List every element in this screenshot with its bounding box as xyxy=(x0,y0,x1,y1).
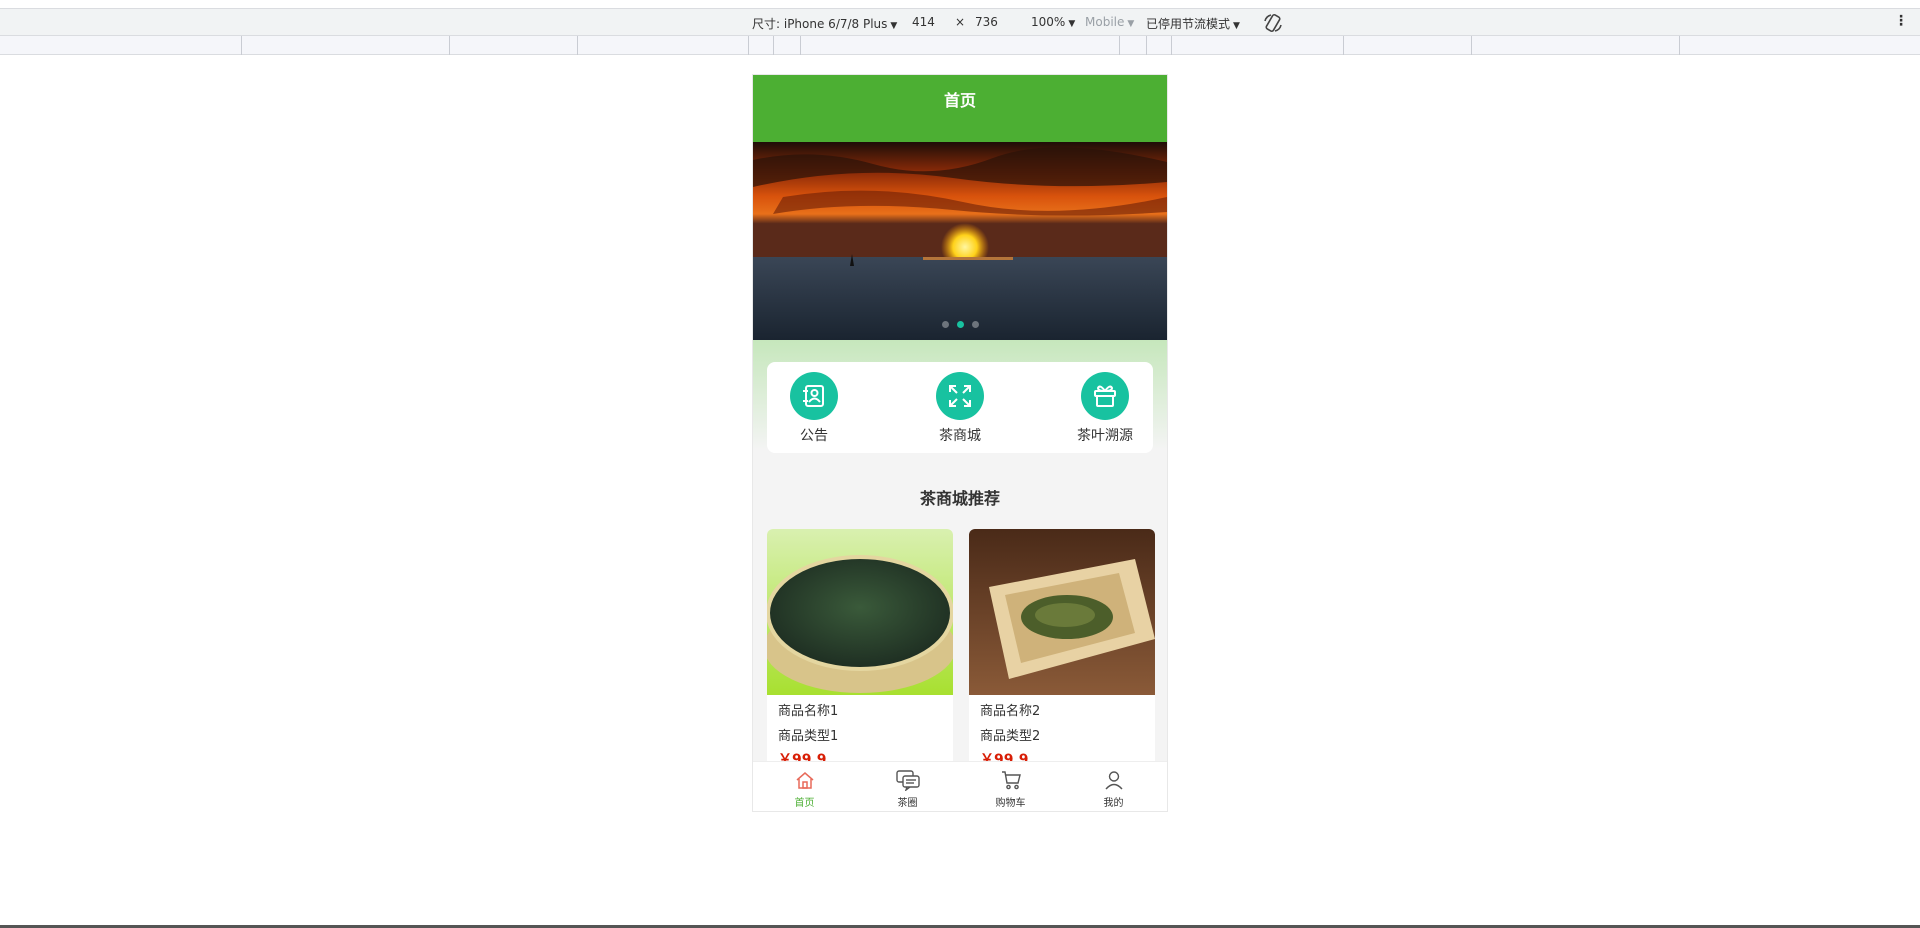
user-icon xyxy=(1062,767,1165,793)
zoom-select[interactable]: 100% ▼ xyxy=(1031,15,1075,29)
device-type-select[interactable]: Mobile ▼ xyxy=(1085,15,1134,29)
ruler-mark xyxy=(449,36,450,55)
tab-label: 茶圈 xyxy=(897,798,918,809)
tab-label: 首页 xyxy=(794,798,815,809)
tab-home[interactable]: 首页 xyxy=(753,767,856,809)
ruler-mark xyxy=(1171,36,1172,55)
tab-label: 购物车 xyxy=(995,798,1026,809)
menu-item-tea-trace[interactable]: 茶叶溯源 xyxy=(1055,372,1155,445)
ruler-mark xyxy=(241,36,242,55)
ruler-mark xyxy=(1119,36,1120,55)
menu-item-tea-mall[interactable]: 茶商城 xyxy=(910,372,1010,445)
times-label: × xyxy=(955,15,966,29)
product-image xyxy=(767,529,953,695)
ruler-mark xyxy=(577,36,578,55)
product-name: 商品名称1 xyxy=(778,704,839,719)
device-type-label: Mobile xyxy=(1085,15,1125,29)
ruler-mark xyxy=(1343,36,1344,55)
product-card[interactable]: 商品名称2 商品类型2 ￥99.9 xyxy=(969,529,1155,789)
bottom-tabbar: 首页 茶圈 购物车 我的 xyxy=(753,761,1167,811)
expand-arrows-icon xyxy=(936,372,984,420)
device-select-label: 尺寸: iPhone 6/7/8 Plus xyxy=(752,17,888,31)
width-input[interactable]: 414 xyxy=(912,15,935,29)
quick-menu: 公告 茶商城 茶叶溯源 xyxy=(767,362,1153,453)
carousel-dot-active[interactable] xyxy=(956,321,964,328)
carousel-indicators xyxy=(753,313,1167,332)
ruler-mark xyxy=(800,36,801,55)
cart-icon xyxy=(959,767,1062,793)
page-header: 首页 xyxy=(753,75,1167,142)
device-toolbar: 尺寸: iPhone 6/7/8 Plus ▼ 414 × 736 100% ▼ M… xyxy=(0,8,1920,36)
product-image xyxy=(969,529,1155,695)
ruler-mark xyxy=(748,36,749,55)
dropdown-arrow-icon: ▼ xyxy=(1127,19,1135,29)
tab-label: 我的 xyxy=(1103,798,1124,809)
chat-bubbles-icon xyxy=(856,767,959,793)
tab-tea-circle[interactable]: 茶圈 xyxy=(856,767,959,809)
menu-label: 公告 xyxy=(800,428,828,444)
sunset-banner-image xyxy=(753,142,1167,340)
throttling-select[interactable]: 已停用节流模式 ▼ xyxy=(1146,15,1240,32)
carousel-dot[interactable] xyxy=(971,321,979,328)
section-title: 茶商城推荐 xyxy=(919,489,1000,508)
menu-label: 茶叶溯源 xyxy=(1077,428,1133,444)
product-card[interactable]: 商品名称1 商品类型1 ￥99.9 xyxy=(767,529,953,789)
height-input[interactable]: 736 xyxy=(975,15,998,29)
ruler-mark xyxy=(1471,36,1472,55)
product-type: 商品类型2 xyxy=(980,729,1041,744)
more-options-icon[interactable]: ⋮ xyxy=(1894,13,1908,29)
media-query-ruler xyxy=(0,36,1920,55)
phone-viewport: 首页 公告 茶商城 茶叶溯源 茶商城推荐 商品名称1 商品类型1 ￥99.9 商… xyxy=(752,74,1168,812)
tab-cart[interactable]: 购物车 xyxy=(959,767,1062,809)
ruler-mark xyxy=(773,36,774,55)
dropdown-arrow-icon: ▼ xyxy=(1068,19,1076,29)
gift-box-icon xyxy=(1081,372,1129,420)
tab-mine[interactable]: 我的 xyxy=(1062,767,1165,809)
zoom-label: 100% xyxy=(1031,15,1066,29)
device-select[interactable]: 尺寸: iPhone 6/7/8 Plus ▼ xyxy=(752,15,897,32)
page-title: 首页 xyxy=(943,91,976,110)
ruler-mark xyxy=(1146,36,1147,55)
carousel-dot[interactable] xyxy=(941,321,949,328)
menu-item-notice[interactable]: 公告 xyxy=(764,372,864,445)
product-name: 商品名称2 xyxy=(980,704,1041,719)
rotate-icon[interactable] xyxy=(1262,12,1284,34)
dropdown-arrow-icon: ▼ xyxy=(1233,21,1240,31)
menu-label: 茶商城 xyxy=(939,428,981,444)
home-icon xyxy=(753,767,856,793)
banner-carousel[interactable] xyxy=(753,142,1167,340)
notice-book-icon xyxy=(790,372,838,420)
throttling-label: 已停用节流模式 xyxy=(1146,17,1231,31)
product-type: 商品类型1 xyxy=(778,729,839,744)
dropdown-arrow-icon: ▼ xyxy=(890,21,898,31)
ruler-mark xyxy=(1679,36,1680,55)
